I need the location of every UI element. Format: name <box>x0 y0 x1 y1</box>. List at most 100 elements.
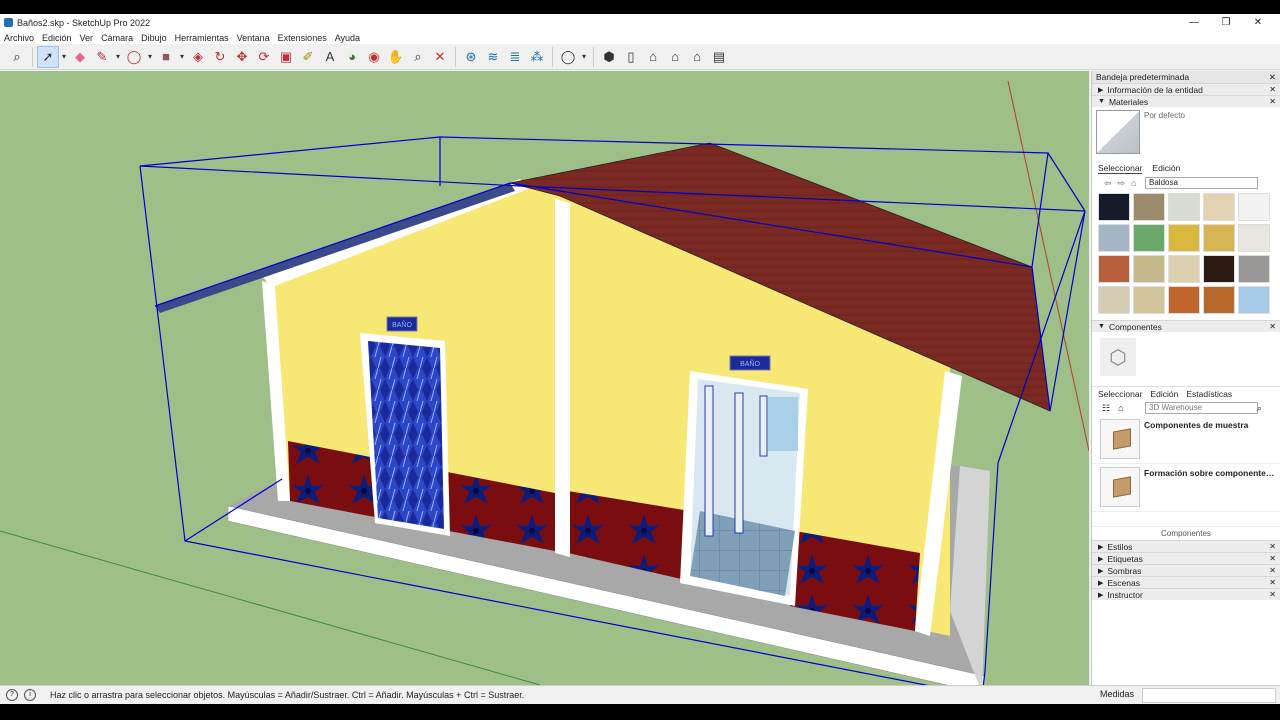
pushpull-icon[interactable]: ◈ <box>187 46 209 68</box>
panel-entity-info[interactable]: ▶ Información de la entidad ✕ <box>1092 83 1280 95</box>
move-icon[interactable]: ↻ <box>209 46 231 68</box>
eraser-icon[interactable]: ◆ <box>69 46 91 68</box>
current-material-swatch[interactable] <box>1096 110 1140 154</box>
panel-etiquetas[interactable]: ▶ Etiquetas ✕ <box>1092 552 1280 564</box>
material-swatch[interactable] <box>1168 286 1200 314</box>
chevron-down-icon[interactable]: ▾ <box>579 46 589 68</box>
panel-materials[interactable]: ▼ Materiales ✕ <box>1092 95 1280 107</box>
view-options-icon[interactable]: ☷ <box>1102 403 1110 414</box>
chevron-down-icon[interactable]: ▾ <box>145 46 155 68</box>
menu-ayuda[interactable]: Ayuda <box>335 33 360 43</box>
minimize-button[interactable]: — <box>1178 14 1210 31</box>
top-view-icon[interactable]: ▯ <box>620 46 642 68</box>
material-swatch[interactable] <box>1133 255 1165 283</box>
list-item[interactable]: Formación sobre componentes di... <box>1092 464 1280 512</box>
close-icon[interactable]: ✕ <box>1269 97 1276 106</box>
material-swatch[interactable] <box>1203 255 1235 283</box>
zoom-icon[interactable]: ⌕ <box>407 46 429 68</box>
material-swatch[interactable] <box>1238 286 1270 314</box>
menu-dibujo[interactable]: Dibujo <box>141 33 167 43</box>
select-icon[interactable]: ➚ <box>37 45 59 68</box>
material-swatch[interactable] <box>1238 193 1270 221</box>
panel-instructor[interactable]: ▶ Instructor ✕ <box>1092 588 1280 600</box>
chevron-down-icon[interactable]: ▾ <box>113 46 123 68</box>
chevron-down-icon[interactable]: ▾ <box>59 46 69 68</box>
warehouse-icon[interactable]: ⊛ <box>460 46 482 68</box>
menu-ventana[interactable]: Ventana <box>237 33 270 43</box>
close-icon[interactable]: ✕ <box>1269 578 1276 587</box>
tab-edicion[interactable]: Edición <box>1152 163 1180 173</box>
material-swatch[interactable] <box>1133 193 1165 221</box>
measurements-input[interactable] <box>1142 688 1276 703</box>
menu-archivo[interactable]: Archivo <box>4 33 34 43</box>
search-input[interactable]: 3D Warehouse <box>1145 402 1258 414</box>
paint-bucket-icon[interactable]: ◕ <box>341 46 363 68</box>
search-icon[interactable]: ⌕ <box>1257 403 1262 414</box>
rotate-icon[interactable]: ✥ <box>231 46 253 68</box>
text-icon[interactable]: A <box>319 46 341 68</box>
close-icon[interactable]: ✕ <box>1269 72 1276 83</box>
zoom-extents-icon[interactable]: ✕ <box>429 46 451 68</box>
close-icon[interactable]: ✕ <box>1269 542 1276 551</box>
panel-estilos[interactable]: ▶ Estilos ✕ <box>1092 540 1280 552</box>
menu-camara[interactable]: Cámara <box>101 33 133 43</box>
search-icon[interactable]: ⌕ <box>6 46 28 68</box>
material-swatch[interactable] <box>1168 193 1200 221</box>
close-icon[interactable]: ✕ <box>1269 590 1276 599</box>
shape-icon[interactable]: ◯ <box>123 46 145 68</box>
home-icon[interactable]: ⌂ <box>1131 178 1136 188</box>
material-swatch[interactable] <box>1133 286 1165 314</box>
menu-ver[interactable]: Ver <box>80 33 94 43</box>
material-swatch[interactable] <box>1203 286 1235 314</box>
account-icon[interactable]: ◯ <box>557 46 579 68</box>
close-button[interactable]: ✕ <box>1242 14 1274 31</box>
panel-escenas[interactable]: ▶ Escenas ✕ <box>1092 576 1280 588</box>
list-item[interactable]: Componentes de muestra <box>1092 416 1280 464</box>
forward-icon[interactable]: ⇨ <box>1118 178 1126 189</box>
close-icon[interactable]: ✕ <box>1269 322 1276 331</box>
pan-icon[interactable]: ✋ <box>385 46 407 68</box>
front-view-icon[interactable]: ⌂ <box>642 46 664 68</box>
orbit-icon[interactable]: ◉ <box>363 46 385 68</box>
panel-components[interactable]: ▼ Componentes ✕ <box>1092 320 1280 332</box>
left-view-icon[interactable]: ▤ <box>708 46 730 68</box>
material-swatch[interactable] <box>1238 224 1270 252</box>
material-swatch[interactable] <box>1133 224 1165 252</box>
info-icon[interactable]: i <box>24 689 36 701</box>
library-select[interactable]: Baldosa <box>1145 177 1258 189</box>
material-swatch[interactable] <box>1168 255 1200 283</box>
tab-estadisticas[interactable]: Estadísticas <box>1186 389 1232 399</box>
geo-location-icon[interactable]: ? <box>6 689 18 701</box>
right-view-icon[interactable]: ⌂ <box>664 46 686 68</box>
back-icon[interactable]: ⇦ <box>1104 178 1112 189</box>
menu-edicion[interactable]: Edición <box>42 33 72 43</box>
back-view-icon[interactable]: ⌂ <box>686 46 708 68</box>
modeling-viewport[interactable]: BAÑO BAÑO <box>0 71 1089 685</box>
material-swatch[interactable] <box>1098 193 1130 221</box>
material-swatch[interactable] <box>1238 255 1270 283</box>
tab-seleccionar[interactable]: Seleccionar <box>1098 389 1142 399</box>
extension-warehouse-icon[interactable]: ⁂ <box>526 46 548 68</box>
menu-extensiones[interactable]: Extensiones <box>278 33 327 43</box>
close-icon[interactable]: ✕ <box>1269 566 1276 575</box>
tab-seleccionar[interactable]: Seleccionar <box>1098 163 1143 174</box>
menu-herramientas[interactable]: Herramientas <box>175 33 229 43</box>
home-icon[interactable]: ⌂ <box>1118 403 1123 413</box>
maximize-button[interactable]: ❐ <box>1210 14 1242 31</box>
tab-edicion[interactable]: Edición <box>1150 389 1178 399</box>
material-swatch[interactable] <box>1098 286 1130 314</box>
offset-icon[interactable]: ▣ <box>275 46 297 68</box>
close-icon[interactable]: ✕ <box>1269 85 1276 94</box>
close-icon[interactable]: ✕ <box>1269 554 1276 563</box>
material-swatch[interactable] <box>1098 255 1130 283</box>
material-swatch[interactable] <box>1098 224 1130 252</box>
pencil-icon[interactable]: ✎ <box>91 46 113 68</box>
material-swatch[interactable] <box>1168 224 1200 252</box>
material-swatch[interactable] <box>1203 193 1235 221</box>
material-swatch[interactable] <box>1203 224 1235 252</box>
scale-icon[interactable]: ⟳ <box>253 46 275 68</box>
chevron-down-icon[interactable]: ▾ <box>177 46 187 68</box>
extension-icon[interactable]: ≋ <box>482 46 504 68</box>
layers-icon[interactable]: ≣ <box>504 46 526 68</box>
paint-icon[interactable]: ■ <box>155 46 177 68</box>
